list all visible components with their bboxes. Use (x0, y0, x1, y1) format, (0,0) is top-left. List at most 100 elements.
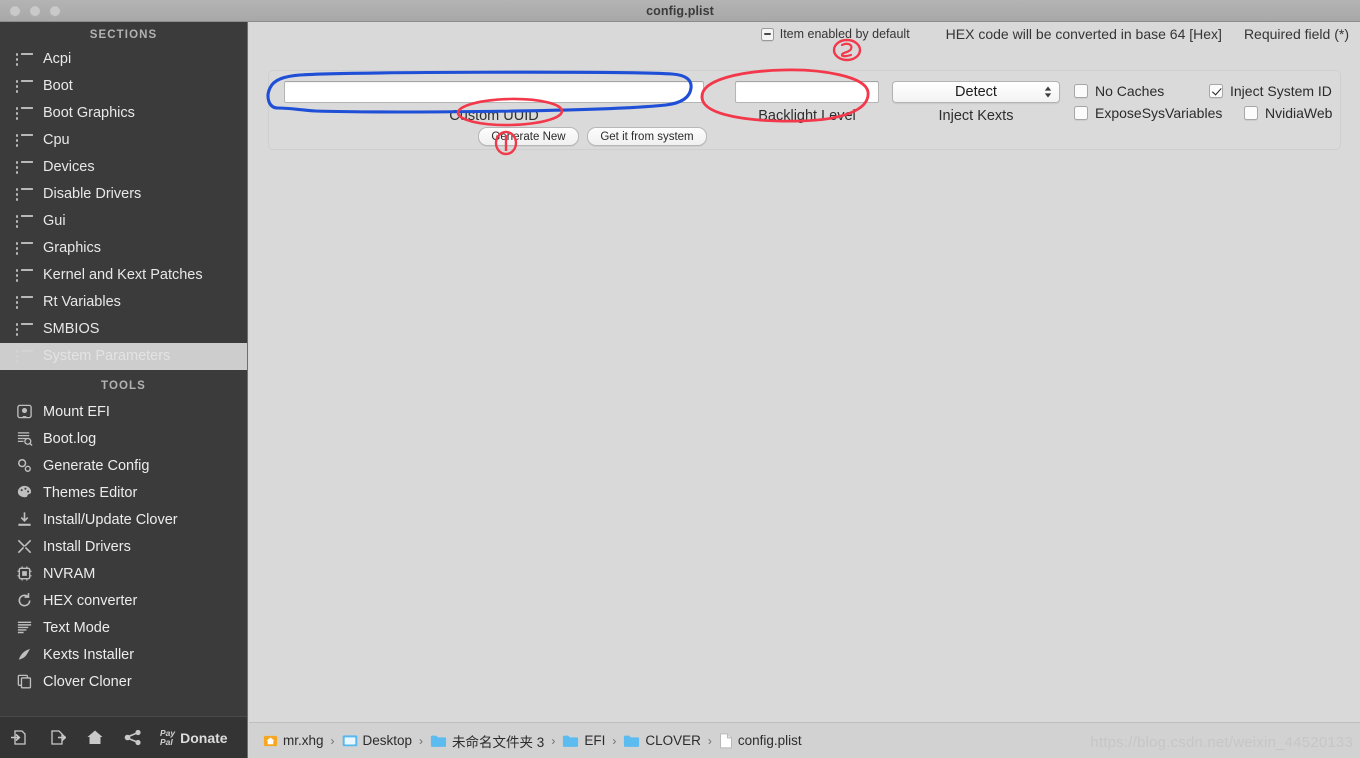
sidebar-item-devices[interactable]: Devices (0, 154, 247, 181)
sidebar-item-label: Kernel and Kext Patches (43, 267, 203, 284)
export-config-icon[interactable] (38, 717, 76, 758)
breadcrumb-items: mr.xhg › Desktop › 未命名文件夹 3 › EFI › CLOVER › confi… (263, 731, 802, 751)
breadcrumb-item-4[interactable]: CLOVER (623, 733, 701, 748)
list-icon (15, 134, 33, 147)
list-icon (14, 187, 34, 203)
sidebar-item-rt-variables[interactable]: Rt Variables (0, 289, 247, 316)
checkbox-no-caches-box[interactable] (1074, 84, 1088, 98)
backlight-level-input[interactable] (735, 81, 879, 103)
list-icon (15, 53, 33, 66)
breadcrumb-item-label: Desktop (362, 733, 413, 748)
list-icon (14, 79, 34, 95)
checkbox-expose-sys-variables-label: ExposeSysVariables (1095, 105, 1223, 121)
breadcrumb-item-1[interactable]: Desktop (342, 733, 413, 748)
main-content: Item enabled by default HEX code will be… (249, 22, 1360, 758)
gears-icon (14, 457, 34, 475)
custom-uuid-label: Custom UUID (449, 108, 539, 124)
sidebar-item-kernel-and-kext-patches[interactable]: Kernel and Kext Patches (0, 262, 247, 289)
sidebar-item-smbios[interactable]: SMBIOS (0, 316, 247, 343)
tool-item-label: Generate Config (43, 457, 150, 474)
breadcrumb-separator: › (707, 733, 712, 748)
inject-kexts-field-group: Detect Inject Kexts (892, 81, 1060, 124)
donate-button[interactable]: Pay Pal Donate (160, 728, 228, 747)
checkbox-nvidia-web-box[interactable] (1244, 106, 1258, 120)
tool-item-nvram[interactable]: NVRAM (0, 560, 247, 587)
checkbox-expose-sys-variables-box[interactable] (1074, 106, 1088, 120)
legend-hex-note: HEX code will be converted in base 64 [H… (945, 26, 1222, 42)
get-from-system-button[interactable]: Get it from system (587, 127, 707, 146)
list-icon (14, 214, 34, 230)
tool-item-label: NVRAM (43, 565, 96, 582)
list-icon (14, 295, 34, 311)
tool-item-label: Text Mode (43, 619, 110, 636)
tool-item-clover-cloner[interactable]: Clover Cloner (0, 668, 247, 695)
folder-icon (562, 734, 579, 748)
copy-icon (14, 673, 34, 691)
backlight-level-label: Backlight Level (758, 108, 856, 124)
sidebar-item-gui[interactable]: Gui (0, 208, 247, 235)
generate-new-button[interactable]: Generate New (478, 127, 579, 146)
sidebar-item-label: Rt Variables (43, 294, 121, 311)
palette-icon (14, 484, 34, 502)
checkbox-grid: No Caches Inject System ID ExposeSysVari… (1074, 83, 1334, 121)
tool-item-install-update-clover[interactable]: Install/Update Clover (0, 506, 247, 533)
custom-uuid-input[interactable] (284, 81, 704, 103)
home-icon[interactable] (76, 717, 114, 758)
home-folder-icon (263, 733, 278, 748)
sidebar-item-graphics[interactable]: Graphics (0, 235, 247, 262)
sidebar-item-disable-drivers[interactable]: Disable Drivers (0, 181, 247, 208)
sidebar-item-boot-graphics[interactable]: Boot Graphics (0, 100, 247, 127)
list-icon (15, 242, 33, 255)
tool-item-generate-config[interactable]: Generate Config (0, 452, 247, 479)
inject-kexts-label: Inject Kexts (938, 108, 1014, 124)
sidebar-footer: Pay Pal Donate (0, 716, 247, 758)
sidebar-item-boot[interactable]: Boot (0, 73, 247, 100)
tool-item-mount-efi[interactable]: Mount EFI (0, 398, 247, 425)
tool-item-install-drivers[interactable]: Install Drivers (0, 533, 247, 560)
checkbox-inject-system-id-box[interactable] (1209, 84, 1223, 98)
sidebar-item-label: Disable Drivers (43, 186, 142, 203)
chevron-updown-icon (1044, 86, 1052, 98)
checkbox-expose-sys-variables[interactable]: ExposeSysVariables (1074, 105, 1244, 121)
file-icon (719, 732, 733, 749)
sections-header: SECTIONS (89, 29, 158, 41)
tool-item-text-mode[interactable]: Text Mode (0, 614, 247, 641)
log-search-icon (14, 430, 34, 448)
folder-icon (623, 734, 640, 748)
inject-kexts-select[interactable]: Detect (892, 81, 1060, 103)
list-icon (15, 269, 33, 282)
breadcrumb-item-5[interactable]: config.plist (719, 732, 802, 749)
checkbox-nvidia-web[interactable]: NvidiaWeb (1244, 105, 1332, 121)
tools-icon (14, 538, 34, 556)
disk-icon (14, 403, 34, 421)
breadcrumb-separator: › (330, 733, 335, 748)
breadcrumb-item-2[interactable]: 未命名文件夹 3 (430, 731, 544, 751)
tool-item-hex-converter[interactable]: HEX converter (0, 587, 247, 614)
sidebar-item-label: SMBIOS (43, 321, 100, 338)
breadcrumb-item-0[interactable]: mr.xhg (263, 733, 324, 748)
list-icon (15, 350, 33, 363)
tool-item-kexts-installer[interactable]: Kexts Installer (0, 641, 247, 668)
app-window: config.plist SECTIONS Acpi Boot Boot Graph… (0, 0, 1360, 758)
checkbox-no-caches[interactable]: No Caches (1074, 83, 1209, 99)
tool-item-boot-log[interactable]: Boot.log (0, 425, 247, 452)
breadcrumb-item-label: EFI (584, 733, 606, 748)
breadcrumb-item-3[interactable]: EFI (562, 733, 605, 748)
checkbox-inject-system-id[interactable]: Inject System ID (1209, 83, 1332, 99)
breadcrumb-item-label: 未命名文件夹 3 (452, 734, 545, 750)
text-lines-icon (14, 619, 34, 637)
sidebar-item-system-parameters[interactable]: System Parameters (0, 343, 247, 370)
sidebar-item-acpi[interactable]: Acpi (0, 46, 247, 73)
sidebar: SECTIONS Acpi Boot Boot Graphics Cpu Devices… (0, 22, 248, 758)
inject-kexts-value: Detect (955, 84, 997, 100)
tool-item-themes-editor[interactable]: Themes Editor (0, 479, 247, 506)
breadcrumb-item-label: config.plist (737, 733, 802, 748)
sidebar-item-label: Graphics (43, 240, 102, 257)
sidebar-item-cpu[interactable]: Cpu (0, 127, 247, 154)
plug-icon (14, 646, 34, 664)
list-icon (15, 107, 33, 120)
paypal-line-2: Pal (160, 736, 173, 747)
import-config-icon[interactable] (0, 717, 38, 758)
watermark-text: https://blog.csdn.net/weixin_44520133 (1090, 734, 1353, 751)
share-icon[interactable] (114, 717, 152, 758)
